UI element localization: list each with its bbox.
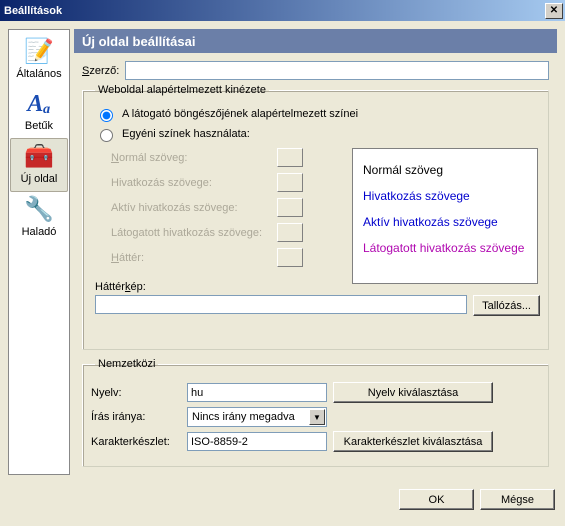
active-link-swatch[interactable] <box>277 198 303 217</box>
bgimage-input[interactable] <box>95 295 467 314</box>
main-panel: Új oldal beállításai Szerző: Weboldal al… <box>74 29 557 475</box>
charset-input[interactable] <box>187 432 327 451</box>
sidebar-item-label: Új oldal <box>11 173 67 185</box>
category-sidebar: 📝 Általános Aₐ Betűk 🧰 Új oldal 🔧 Haladó <box>8 29 70 475</box>
charset-label: Karakterkészlet: <box>91 436 181 448</box>
language-input[interactable] <box>187 383 327 402</box>
sidebar-item-advanced[interactable]: 🔧 Haladó <box>10 192 68 244</box>
author-label: Szerző: <box>82 65 119 77</box>
sidebar-item-label: Betűk <box>10 120 68 132</box>
close-icon[interactable]: ✕ <box>545 3 563 19</box>
direction-value: Nincs irány megadva <box>192 411 295 423</box>
visited-link-swatch[interactable] <box>277 223 303 242</box>
active-link-label: Aktív hivatkozás szövege: <box>111 202 271 214</box>
radio-custom-input[interactable] <box>100 129 113 142</box>
title-bar: Beállítások ✕ <box>0 0 565 21</box>
sidebar-item-label: Általános <box>10 68 68 80</box>
link-text-label: Hivatkozás szövege: <box>111 177 271 189</box>
cancel-button[interactable]: Mégse <box>480 489 555 510</box>
window-title: Beállítások <box>4 5 62 17</box>
dialog-footer: OK Mégse <box>0 483 565 510</box>
direction-select[interactable]: Nincs irány megadva ▼ <box>187 407 327 427</box>
appearance-group: Weboldal alapértelmezett kinézete A láto… <box>82 84 549 350</box>
intl-group: Nemzetközi Nyelv: Nyelv kiválasztása Írá… <box>82 358 549 467</box>
charset-select-button[interactable]: Karakterkészlet kiválasztása <box>333 431 493 452</box>
color-preview: Normál szöveg Hivatkozás szövege Aktív h… <box>352 148 538 284</box>
preview-vlink: Látogatott hivatkozás szövege <box>363 235 527 261</box>
radio-default-input[interactable] <box>100 109 113 122</box>
font-icon: Aₐ <box>10 90 68 118</box>
normal-text-swatch[interactable] <box>277 148 303 167</box>
dialog-body: 📝 Általános Aₐ Betűk 🧰 Új oldal 🔧 Haladó… <box>0 21 565 483</box>
radio-custom-label: Egyéni színek használata: <box>122 128 250 140</box>
radio-default-colors[interactable]: A látogató böngészőjének alapértelmezett… <box>95 106 540 122</box>
background-swatch[interactable] <box>277 248 303 267</box>
browse-button[interactable]: Tallózás... <box>473 295 540 316</box>
sidebar-item-general[interactable]: 📝 Általános <box>10 34 68 86</box>
pencil-icon: 📝 <box>10 38 68 66</box>
sidebar-item-label: Haladó <box>10 226 68 238</box>
radio-default-label: A látogató böngészőjének alapértelmezett… <box>122 108 358 120</box>
normal-text-label: Normál szöveg: <box>111 152 271 164</box>
intl-legend: Nemzetközi <box>95 358 158 370</box>
tools-icon: 🔧 <box>10 196 68 224</box>
direction-label: Írás iránya: <box>91 411 181 423</box>
chevron-down-icon: ▼ <box>309 409 325 425</box>
sidebar-item-newpage[interactable]: 🧰 Új oldal <box>10 138 68 192</box>
preview-normal: Normál szöveg <box>363 157 527 183</box>
sidebar-item-fonts[interactable]: Aₐ Betűk <box>10 86 68 138</box>
toolbox-icon: 🧰 <box>11 143 67 171</box>
link-swatch[interactable] <box>277 173 303 192</box>
language-select-button[interactable]: Nyelv kiválasztása <box>333 382 493 403</box>
preview-link: Hivatkozás szövege <box>363 183 527 209</box>
language-label: Nyelv: <box>91 387 181 399</box>
visited-link-label: Látogatott hivatkozás szövege: <box>111 227 271 239</box>
radio-custom-colors[interactable]: Egyéni színek használata: <box>95 126 540 142</box>
section-title: Új oldal beállításai <box>74 29 557 53</box>
appearance-legend: Weboldal alapértelmezett kinézete <box>95 84 269 96</box>
author-input[interactable] <box>125 61 549 80</box>
preview-alink: Aktív hivatkozás szövege <box>363 209 527 235</box>
ok-button[interactable]: OK <box>399 489 474 510</box>
background-label: Háttér: <box>111 252 271 264</box>
